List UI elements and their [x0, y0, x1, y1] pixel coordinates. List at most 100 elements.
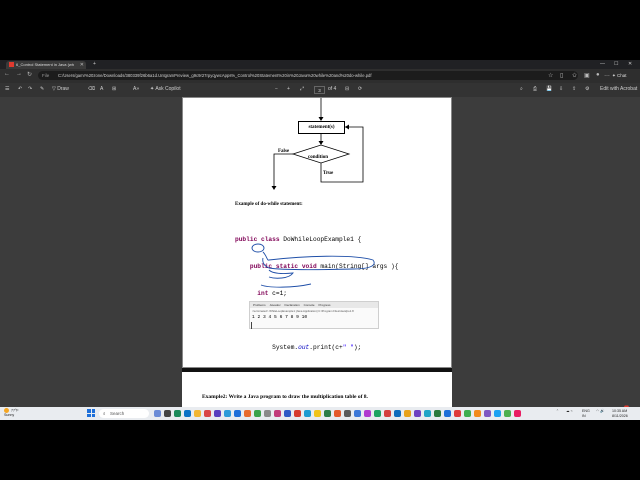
redo-icon[interactable]: ↷: [28, 85, 32, 94]
highlight-icon[interactable]: ✎: [40, 85, 44, 94]
pdf-document-area[interactable]: statement(s) condition False True Exampl…: [0, 97, 640, 407]
new-tab-icon[interactable]: +: [93, 60, 96, 69]
app-icon[interactable]: [234, 410, 241, 417]
forward-icon[interactable]: →: [16, 71, 22, 77]
app-icon[interactable]: [224, 410, 231, 417]
clock[interactable]: 10:35 AM 8/11/2026: [612, 409, 628, 418]
pdf-icon: [9, 62, 14, 68]
console-output-image: Problems Javadoc Declaration Console Pro…: [249, 301, 379, 329]
app-icon[interactable]: [254, 410, 261, 417]
app-icon[interactable]: [514, 410, 521, 417]
lang-label: ENG: [582, 409, 590, 413]
app-icon[interactable]: [384, 410, 391, 417]
task-view-icon[interactable]: [164, 410, 171, 417]
save-icon[interactable]: 💾: [546, 85, 552, 94]
share-icon[interactable]: ⇪: [572, 85, 576, 94]
profile-icon[interactable]: ●: [596, 72, 600, 78]
tray-icons[interactable]: ☁ ⌁: [566, 409, 573, 414]
minimize-icon[interactable]: —: [600, 60, 605, 69]
settings-icon[interactable]: ⚙: [585, 85, 589, 94]
app-icon[interactable]: [344, 410, 351, 417]
app-icon[interactable]: [284, 410, 291, 417]
contents-icon[interactable]: ☰: [5, 85, 9, 94]
add-text-icon[interactable]: ⊞: [112, 85, 116, 94]
page-total: of 4: [328, 86, 337, 92]
search-pdf-icon[interactable]: ⌕: [520, 85, 523, 94]
maximize-icon[interactable]: ☐: [614, 60, 618, 69]
app-icon[interactable]: [354, 410, 361, 417]
more-icon[interactable]: …: [604, 72, 610, 78]
app-icon[interactable]: [394, 410, 401, 417]
zoom-in-icon[interactable]: +: [287, 85, 290, 94]
back-icon[interactable]: ←: [4, 71, 10, 77]
tray-chevron-icon[interactable]: ⌃: [556, 409, 559, 414]
app-icon[interactable]: [414, 410, 421, 417]
app-icon[interactable]: [454, 410, 461, 417]
split-screen-icon[interactable]: ▯: [560, 72, 563, 79]
windows-start-icon[interactable]: [87, 409, 95, 417]
browser-tab-strip: 6_Control Statement in Java (wh ✕ + — ☐ …: [0, 60, 640, 69]
edge-app-icon[interactable]: [174, 410, 181, 417]
app-icon[interactable]: [474, 410, 481, 417]
app-icon[interactable]: [204, 410, 211, 417]
rotate-icon[interactable]: ⟳: [358, 85, 362, 94]
screen: 6_Control Statement in Java (wh ✕ + — ☐ …: [0, 60, 640, 420]
app-icon[interactable]: [504, 410, 511, 417]
console-tab: Progress: [318, 303, 331, 307]
app-icon[interactable]: [444, 410, 451, 417]
app-icon[interactable]: [484, 410, 491, 417]
browser-tab[interactable]: 6_Control Statement in Java (wh ✕: [6, 61, 86, 69]
close-window-icon[interactable]: ✕: [628, 60, 632, 69]
page-view-icon[interactable]: ⊟: [345, 85, 349, 94]
text-icon[interactable]: A: [100, 85, 103, 94]
search-label: Search: [110, 411, 125, 416]
app-icon[interactable]: [264, 410, 271, 417]
app-icon[interactable]: [364, 410, 371, 417]
favorite-icon[interactable]: ☆: [548, 72, 553, 79]
console-tab: Declaration: [284, 303, 300, 307]
close-tab-icon[interactable]: ✕: [80, 61, 84, 69]
app-icon[interactable]: [424, 410, 431, 417]
app-icon[interactable]: [304, 410, 311, 417]
collections-icon[interactable]: ▣: [584, 72, 590, 79]
network-volume-icons[interactable]: ◠ 🔊: [596, 409, 605, 414]
file-explorer-icon[interactable]: [194, 410, 201, 417]
url-input[interactable]: File C:/Users/gamr%20zone/Downloads/3803…: [38, 71, 578, 80]
taskbar-search-input[interactable]: ⌕ Search: [99, 409, 149, 418]
app-icon[interactable]: [374, 410, 381, 417]
edit-with-acrobat-button[interactable]: Edit with Acrobat: [600, 85, 637, 94]
pdf-toolbar: ☰ ↶ ↷ ✎ ▽ Draw ⌫ A ⊞ A» ✦ Ask Copilot − …: [0, 83, 640, 98]
draw-button[interactable]: ▽ Draw: [52, 85, 69, 94]
lang-sub-label: IN: [582, 413, 586, 418]
app-icon[interactable]: [434, 410, 441, 417]
app-icon[interactable]: [464, 410, 471, 417]
app-icon[interactable]: [274, 410, 281, 417]
fit-page-icon[interactable]: ⤢: [300, 85, 304, 94]
page-number-input[interactable]: 3: [314, 86, 325, 94]
app-icon[interactable]: [334, 410, 341, 417]
read-aloud-icon[interactable]: A»: [133, 85, 139, 94]
app-icon[interactable]: [404, 410, 411, 417]
weather-widget[interactable]: 77°F Sunny: [4, 408, 19, 418]
app-icon[interactable]: [244, 410, 251, 417]
save-as-icon[interactable]: ⇩: [559, 85, 563, 94]
zoom-out-icon[interactable]: −: [275, 85, 278, 94]
app-icon[interactable]: [324, 410, 331, 417]
copilot-app-icon[interactable]: [154, 410, 161, 417]
store-app-icon[interactable]: [184, 410, 191, 417]
tab-title: 6_Control Statement in Java (wh: [16, 62, 75, 67]
app-icon[interactable]: [294, 410, 301, 417]
app-icon[interactable]: [314, 410, 321, 417]
print-icon[interactable]: ⎙: [533, 85, 537, 94]
clock-date: 8/11/2026: [612, 413, 628, 418]
copilot-chat-button[interactable]: ✦ Chat: [612, 71, 636, 80]
next-page-text: Example2: Write a Java program to draw t…: [202, 394, 368, 400]
ask-copilot-button[interactable]: ✦ Ask Copilot: [150, 85, 181, 94]
undo-icon[interactable]: ↶: [18, 85, 22, 94]
favorites-icon[interactable]: ✩: [572, 72, 577, 79]
erase-icon[interactable]: ⌫: [88, 85, 95, 94]
refresh-icon[interactable]: ↻: [27, 71, 32, 78]
app-icon[interactable]: [214, 410, 221, 417]
language-indicator[interactable]: ENG IN: [582, 409, 590, 418]
app-icon[interactable]: [494, 410, 501, 417]
